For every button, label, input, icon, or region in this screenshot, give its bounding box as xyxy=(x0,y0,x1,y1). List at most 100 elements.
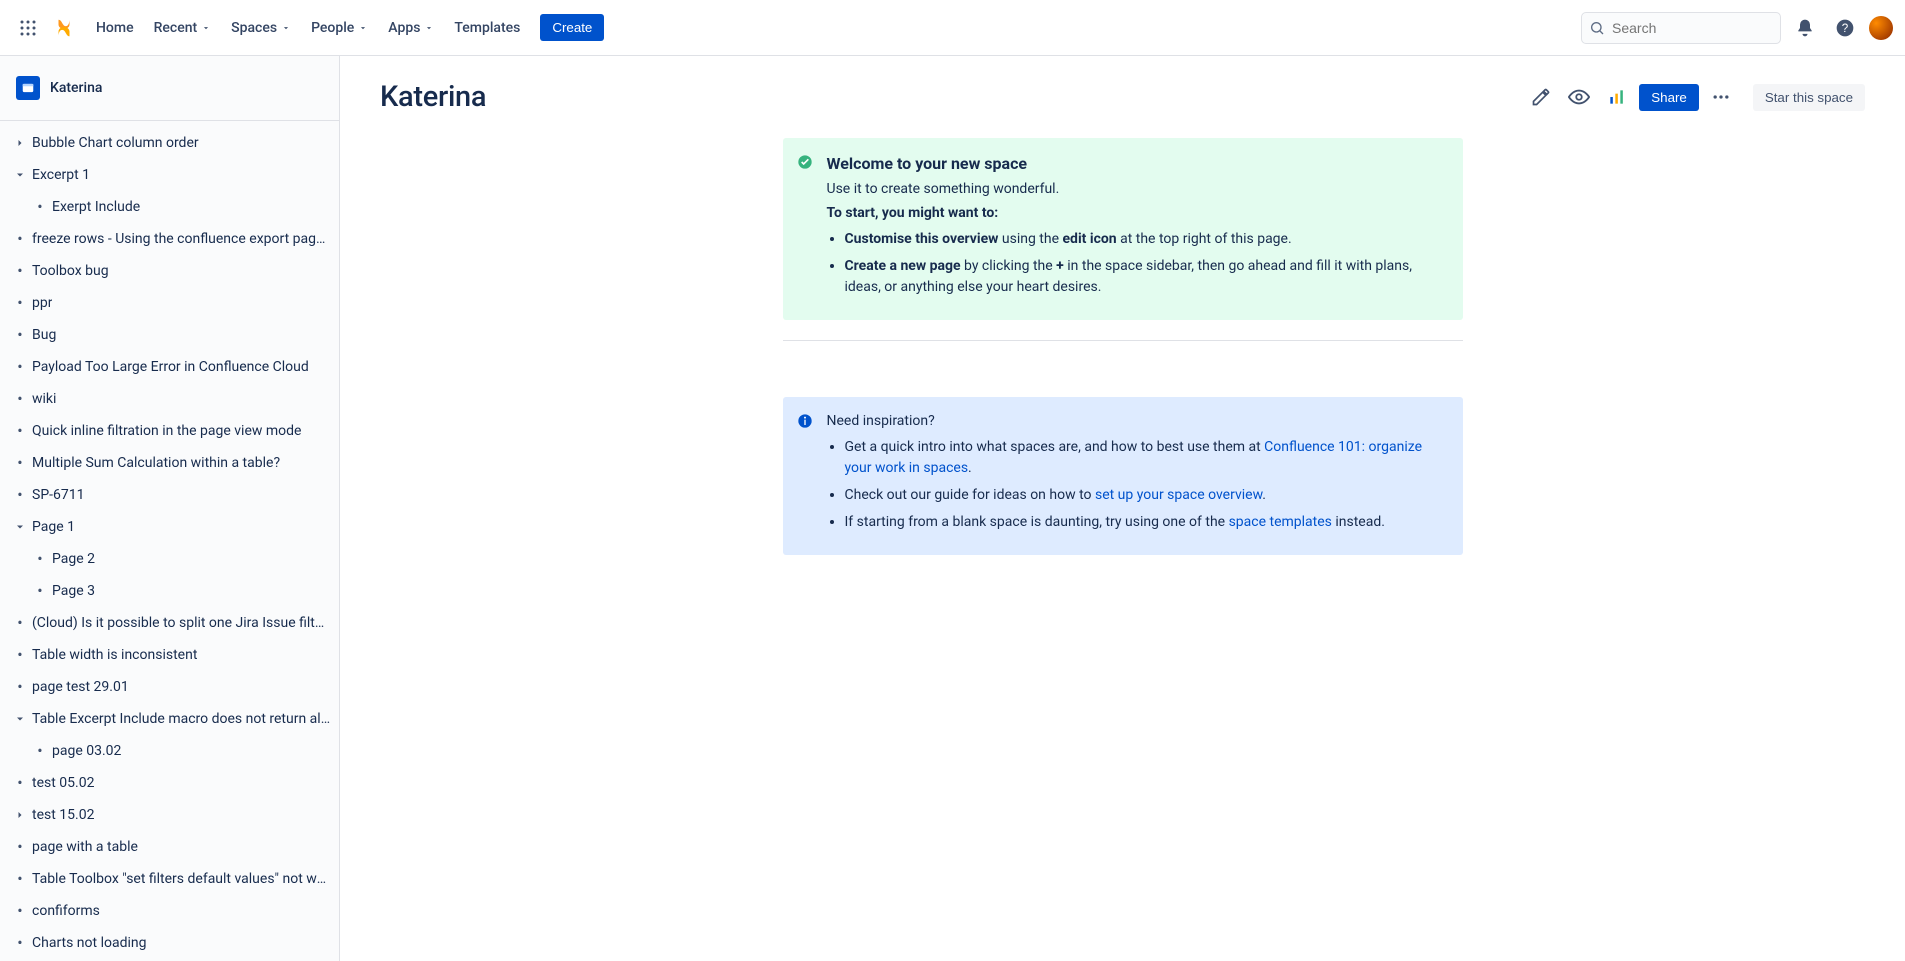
tree-item-label: Table width is inconsistent xyxy=(32,647,197,663)
chevron-down-icon[interactable] xyxy=(8,713,32,725)
tree-item[interactable]: •page 03.02 xyxy=(0,735,339,767)
page-header: Katerina Share Star this space xyxy=(340,56,1905,114)
tree-item-label: Exerpt Include xyxy=(52,199,140,215)
tree-item[interactable]: •Exerpt Include xyxy=(0,191,339,223)
tree-item[interactable]: Page 1 xyxy=(0,511,339,543)
tree-item-label: Bug xyxy=(32,327,56,343)
tree-item[interactable]: •ppr xyxy=(0,287,339,319)
tree-item-label: Bubble Chart column order xyxy=(32,135,199,151)
tree-item-label: Page 1 xyxy=(32,519,75,535)
page-tree-wrap: Bubble Chart column orderExcerpt 1•Exerp… xyxy=(0,121,339,961)
nav-recent[interactable]: Recent xyxy=(146,16,220,40)
link-space-templates[interactable]: space templates xyxy=(1229,514,1332,530)
tree-item-label: page with a table xyxy=(32,839,138,855)
tree-item[interactable]: •Table width is inconsistent xyxy=(0,639,339,671)
info-icon xyxy=(797,413,813,429)
nav-label: Spaces xyxy=(231,20,277,36)
tree-item[interactable]: •wiki xyxy=(0,383,339,415)
more-actions-icon[interactable] xyxy=(1705,81,1737,113)
tree-item[interactable]: •confiforms xyxy=(0,895,339,927)
welcome-panel: Welcome to your new space Use it to crea… xyxy=(783,138,1463,320)
bullet-icon: • xyxy=(8,647,32,663)
chevron-down-icon[interactable] xyxy=(8,521,32,533)
tree-item-label: page 03.02 xyxy=(52,743,121,759)
link-space-overview[interactable]: set up your space overview xyxy=(1095,487,1262,503)
tree-item-label: Multiple Sum Calculation within a table? xyxy=(32,455,280,471)
tree-item[interactable]: Bubble Chart column order xyxy=(0,127,339,159)
tree-item[interactable]: •SP-6711 xyxy=(0,479,339,511)
tree-item[interactable]: •Multiple Sum Calculation within a table… xyxy=(0,447,339,479)
tree-item-label: Toolbox bug xyxy=(32,263,109,279)
tree-item[interactable]: Table Excerpt Include macro does not ret… xyxy=(0,703,339,735)
search-input[interactable] xyxy=(1581,12,1781,44)
nav-templates[interactable]: Templates xyxy=(446,16,528,40)
nav-people[interactable]: People xyxy=(303,16,376,40)
bullet-icon: • xyxy=(8,327,32,343)
share-button[interactable]: Share xyxy=(1639,84,1699,111)
tree-item[interactable]: Excerpt 1 xyxy=(0,159,339,191)
space-header[interactable]: Katerina xyxy=(0,56,339,121)
tree-item-label: SP-6711 xyxy=(32,487,85,503)
main-content: Katerina Share Star this space xyxy=(340,56,1905,961)
chevron-right-icon[interactable] xyxy=(8,137,32,149)
tree-item[interactable]: •Toolbox bug xyxy=(0,255,339,287)
tree-item-label: freeze rows - Using the confluence expor… xyxy=(32,231,331,247)
chevron-down-icon[interactable] xyxy=(8,169,32,181)
tree-item-label: ppr xyxy=(32,295,52,311)
watch-icon[interactable] xyxy=(1563,81,1595,113)
chevron-down-icon xyxy=(281,23,291,33)
tree-item-label: Charts not loading xyxy=(32,935,146,951)
bullet-icon: • xyxy=(8,775,32,791)
tree-item[interactable]: •page test 29.01 xyxy=(0,671,339,703)
tree-item-label: Excerpt 1 xyxy=(32,167,90,183)
top-nav-right: ? xyxy=(1581,12,1893,44)
star-space-button[interactable]: Star this space xyxy=(1753,84,1865,111)
chevron-down-icon xyxy=(424,23,434,33)
tree-item[interactable]: •Page 2 xyxy=(0,543,339,575)
tree-item-label: wiki xyxy=(32,391,56,407)
inspiration-item: If starting from a blank space is daunti… xyxy=(845,512,1447,533)
tree-item-label: confiforms xyxy=(32,903,100,919)
help-icon[interactable]: ? xyxy=(1829,12,1861,44)
tree-item[interactable]: •freeze rows - Using the confluence expo… xyxy=(0,223,339,255)
welcome-item: Create a new page by clicking the + in t… xyxy=(845,256,1447,298)
notifications-icon[interactable] xyxy=(1789,12,1821,44)
bullet-icon: • xyxy=(8,423,32,439)
tree-item[interactable]: •Table Toolbox "set filters default valu… xyxy=(0,863,339,895)
bullet-icon: • xyxy=(28,583,52,599)
nav-label: People xyxy=(311,20,354,36)
tree-item[interactable]: •Bug xyxy=(0,319,339,351)
analytics-icon[interactable] xyxy=(1601,81,1633,113)
bullet-icon: • xyxy=(8,615,32,631)
tree-item-label: Quick inline filtration in the page view… xyxy=(32,423,301,439)
page-tree[interactable]: Bubble Chart column orderExcerpt 1•Exerp… xyxy=(0,121,339,961)
tree-item[interactable]: test 15.02 xyxy=(0,799,339,831)
edit-icon[interactable] xyxy=(1525,81,1557,113)
product-logo-icon[interactable] xyxy=(52,16,76,40)
bullet-icon: • xyxy=(8,839,32,855)
page-actions: Share Star this space xyxy=(1525,81,1865,113)
nav-home[interactable]: Home xyxy=(88,16,142,40)
tree-item[interactable]: •Page 3 xyxy=(0,575,339,607)
tree-item[interactable]: •test 05.02 xyxy=(0,767,339,799)
tree-item[interactable]: •page with a table xyxy=(0,831,339,863)
tree-item-label: Table Excerpt Include macro does not ret… xyxy=(32,711,331,727)
tree-item[interactable]: •(Cloud) Is it possible to split one Jir… xyxy=(0,607,339,639)
tree-item-label: Page 2 xyxy=(52,551,95,567)
chevron-right-icon[interactable] xyxy=(8,809,32,821)
profile-avatar[interactable] xyxy=(1869,16,1893,40)
top-nav: Home Recent Spaces People Apps Templates… xyxy=(0,0,1905,56)
tree-item-label: (Cloud) Is it possible to split one Jira… xyxy=(32,615,331,631)
nav-label: Apps xyxy=(388,20,420,36)
app-switcher-icon[interactable] xyxy=(12,12,44,44)
welcome-lead: To start, you might want to: xyxy=(827,205,999,221)
tree-item[interactable]: •Charts not loading xyxy=(0,927,339,959)
tree-item[interactable]: •Quick inline filtration in the page vie… xyxy=(0,415,339,447)
create-button[interactable]: Create xyxy=(540,14,604,41)
tree-item-label: test 15.02 xyxy=(32,807,94,823)
tree-item-label: page test 29.01 xyxy=(32,679,129,695)
nav-spaces[interactable]: Spaces xyxy=(223,16,299,40)
bullet-icon: • xyxy=(8,263,32,279)
tree-item[interactable]: •Payload Too Large Error in Confluence C… xyxy=(0,351,339,383)
nav-apps[interactable]: Apps xyxy=(380,16,442,40)
